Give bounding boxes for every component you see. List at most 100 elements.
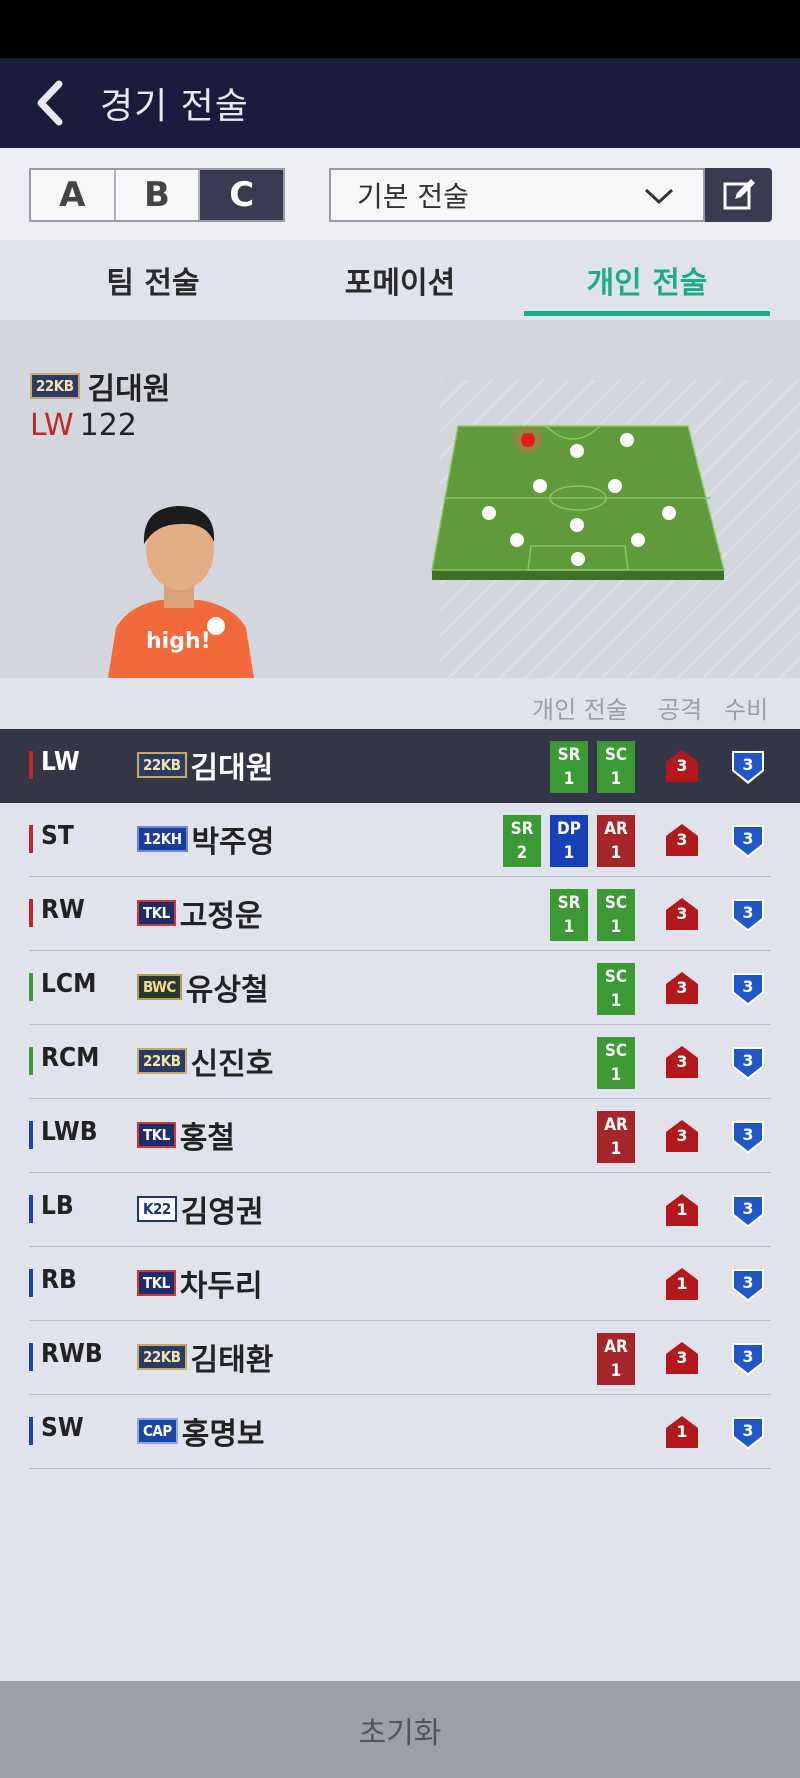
- formation-dot-rw: [620, 433, 634, 447]
- player-list: LW 22KB 김대원 SR 1 SC 1 3 3 ST 12KH 박주영 SR 2 DP 1 AR 1 3 3 RW T…: [0, 729, 800, 1469]
- tactic-chip-sr[interactable]: SR 1: [550, 889, 588, 941]
- season-badge: 22KB: [137, 1344, 187, 1370]
- attack-level-badge[interactable]: 1: [665, 1415, 699, 1449]
- tactic-chip-dp[interactable]: DP 1: [550, 815, 588, 867]
- attack-level-badge[interactable]: 3: [665, 749, 699, 783]
- season-badge: TKL: [137, 1270, 176, 1296]
- defense-level-value: 3: [742, 1421, 754, 1440]
- tactic-chip-sc[interactable]: SC 1: [597, 1037, 635, 1089]
- tactic-chip-ar[interactable]: AR 1: [597, 1111, 635, 1163]
- attack-level-value: 3: [676, 756, 688, 775]
- tactic-chip-ar[interactable]: AR 1: [597, 1333, 635, 1385]
- defense-level-value: 3: [742, 1199, 754, 1218]
- defense-level-value: 3: [742, 1125, 754, 1144]
- tactic-controls: A B C 기본 전술: [0, 148, 800, 240]
- edit-tactic-button[interactable]: [705, 168, 772, 222]
- attack-level-badge[interactable]: 1: [665, 1193, 699, 1227]
- defense-level-badge[interactable]: 3: [731, 1045, 765, 1081]
- defense-level-badge[interactable]: 3: [731, 1341, 765, 1377]
- tactic-chip-sr[interactable]: SR 1: [550, 741, 588, 793]
- player-name: 김대원: [190, 751, 274, 786]
- player-name: 차두리: [179, 1269, 263, 1304]
- preset-b-button[interactable]: B: [116, 170, 201, 220]
- player-row[interactable]: RW TKL 고정운 SR 1 SC 1 3 3: [29, 877, 771, 951]
- attack-level-value: 1: [676, 1200, 688, 1219]
- formation-dot-lwb: [482, 506, 496, 520]
- tactic-chip-code: SC: [604, 745, 628, 765]
- tactic-chip-code: AR: [604, 819, 628, 839]
- player-name: 김대원: [87, 372, 171, 407]
- player-position: RB: [41, 1265, 77, 1295]
- defense-level-badge[interactable]: 3: [731, 1415, 765, 1451]
- tactic-chip-ar[interactable]: AR 1: [597, 815, 635, 867]
- attack-level-value: 3: [676, 1126, 688, 1145]
- attack-level-badge[interactable]: 3: [665, 1119, 699, 1153]
- attack-level-badge[interactable]: 3: [665, 971, 699, 1005]
- tactic-chip-level: 1: [610, 1361, 622, 1381]
- individual-tactic-chips: SR 1 SC 1: [550, 741, 635, 793]
- player-row[interactable]: LCM BWC 유상철 SC 1 3 3: [29, 951, 771, 1025]
- back-button[interactable]: [0, 58, 100, 148]
- position-color-bar: [29, 1195, 33, 1223]
- preset-c-button[interactable]: C: [200, 170, 284, 220]
- attack-level-badge[interactable]: 3: [665, 1045, 699, 1079]
- player-position: LB: [41, 1191, 74, 1221]
- player-ovr: 122: [79, 408, 137, 443]
- tab-team-tactics[interactable]: 팀 전술: [30, 240, 276, 320]
- attack-level-badge[interactable]: 3: [665, 897, 699, 931]
- tactic-chip-level: 1: [610, 917, 622, 937]
- player-row[interactable]: LW 22KB 김대원 SR 1 SC 1 3 3: [0, 729, 800, 803]
- player-row[interactable]: RB TKL 차두리 1 3: [29, 1247, 771, 1321]
- tactic-chip-sc[interactable]: SC 1: [597, 889, 635, 941]
- tactic-chip-level: 1: [563, 917, 575, 937]
- defense-level-badge[interactable]: 3: [731, 749, 765, 785]
- tactic-tabs: 팀 전술 포메이션 개인 전술: [0, 240, 800, 320]
- player-name-cell: TKL 고정운: [137, 891, 263, 935]
- tactic-dropdown[interactable]: 기본 전술: [329, 168, 705, 222]
- defense-level-badge[interactable]: 3: [731, 1119, 765, 1155]
- player-position: LW: [41, 747, 80, 777]
- position-color-bar: [29, 1417, 33, 1445]
- position-color-bar: [29, 899, 33, 927]
- player-row[interactable]: SW CAP 홍명보 1 3: [29, 1395, 771, 1469]
- player-row[interactable]: LB K22 김영권 1 3: [29, 1173, 771, 1247]
- player-row[interactable]: RWB 22KB 김태환 AR 1 3 3: [29, 1321, 771, 1395]
- tactic-chip-code: SC: [604, 893, 628, 913]
- player-row[interactable]: LWB TKL 홍철 AR 1 3 3: [29, 1099, 771, 1173]
- defense-level-value: 3: [742, 1051, 754, 1070]
- defense-level-badge[interactable]: 3: [731, 1267, 765, 1303]
- status-bar: [0, 0, 800, 58]
- player-position: LCM: [41, 969, 97, 999]
- attack-level-badge[interactable]: 3: [665, 823, 699, 857]
- player-name: 고정운: [179, 899, 263, 934]
- season-badge: BWC: [137, 974, 182, 1000]
- reset-button[interactable]: 초기화: [0, 1681, 800, 1778]
- tab-individual-tactics[interactable]: 개인 전술: [524, 240, 770, 320]
- tactic-chip-level: 1: [563, 843, 575, 863]
- tactic-chip-level: 1: [610, 1139, 622, 1159]
- attack-level-badge[interactable]: 3: [665, 1341, 699, 1375]
- defense-level-badge[interactable]: 3: [731, 897, 765, 933]
- player-list-header: 개인 전술 공격 수비: [0, 678, 800, 730]
- defense-level-badge[interactable]: 3: [731, 823, 765, 859]
- defense-level-badge[interactable]: 3: [731, 971, 765, 1007]
- edit-icon: [723, 179, 755, 210]
- page-title: 경기 전술: [100, 86, 249, 127]
- tactic-chip-sc[interactable]: SC 1: [597, 963, 635, 1015]
- player-row[interactable]: ST 12KH 박주영 SR 2 DP 1 AR 1 3 3: [29, 803, 771, 877]
- defense-level-badge[interactable]: 3: [731, 1193, 765, 1229]
- tactic-chip-sc[interactable]: SC 1: [597, 741, 635, 793]
- preset-a-button[interactable]: A: [31, 170, 116, 220]
- season-badge: K22: [137, 1196, 177, 1222]
- tab-formation[interactable]: 포메이션: [277, 240, 523, 320]
- tactic-chip-sr[interactable]: SR 2: [503, 815, 541, 867]
- chevron-down-icon: [644, 188, 674, 205]
- player-position: ST: [41, 821, 74, 851]
- season-badge: 22KB: [30, 373, 80, 399]
- attack-level-value: 3: [676, 830, 688, 849]
- player-name-cell: BWC 유상철: [137, 965, 269, 1009]
- attack-level-badge[interactable]: 1: [665, 1267, 699, 1301]
- player-position: RW: [41, 895, 85, 925]
- player-row[interactable]: RCM 22KB 신진호 SC 1 3 3: [29, 1025, 771, 1099]
- tactic-chip-code: SC: [604, 1041, 628, 1061]
